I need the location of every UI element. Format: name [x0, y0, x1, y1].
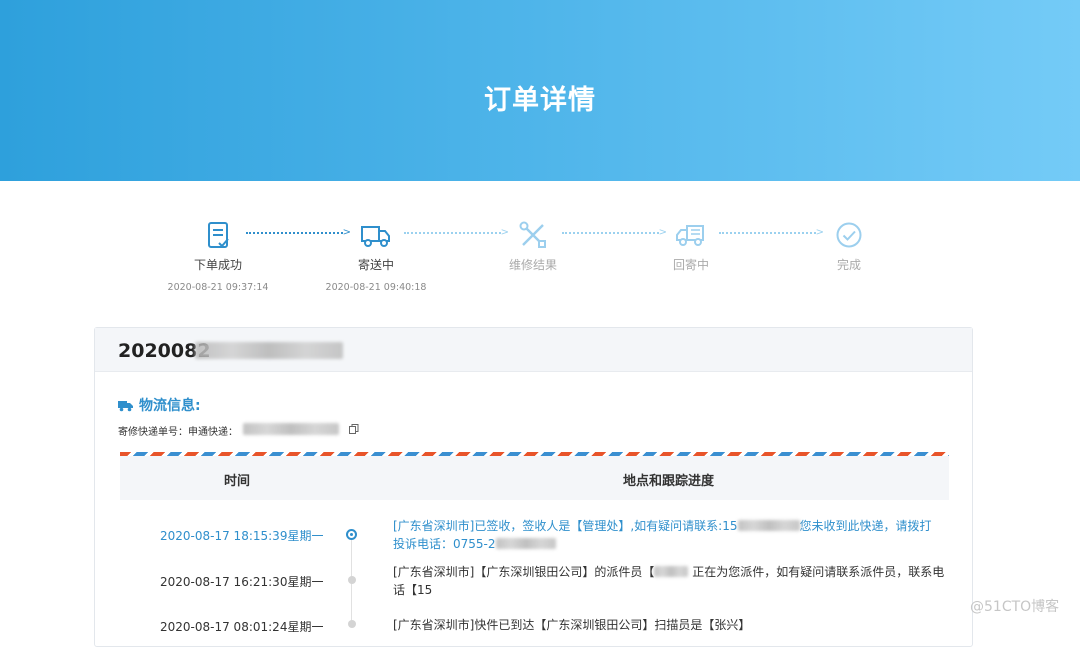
logistics-title-text: 物流信息: — [139, 398, 201, 414]
row-desc-line1: [广东省深圳市]快件已到达【广东深圳银田公司】扫描员是【张兴】 — [393, 618, 751, 632]
step-order-placed: 下单成功 2020-08-21 09:37:14 — [148, 215, 288, 293]
row-description: [广东省深圳市]已签收，签收人是【管理处】,如有疑问请联系:15 您未收到此快递，… — [393, 517, 949, 553]
row-desc-line1: [广东省深圳市]已签收，签收人是【管理处】,如有疑问请联系:15 — [393, 519, 738, 533]
watermark: @51CTO博客 — [970, 599, 1060, 615]
order-header: 2020082 — [95, 328, 972, 372]
col-time: 时间 — [224, 474, 251, 489]
clipboard-check-icon — [208, 222, 229, 248]
redacted-tracking-number — [243, 423, 339, 435]
step-returning: 回寄中 — [621, 215, 761, 282]
step-time: 2020-08-21 09:37:14 — [167, 282, 269, 293]
step-label: 寄送中 — [357, 258, 394, 272]
row-time: 2020-08-17 18:15:39星期一 — [160, 529, 324, 543]
step-label: 维修结果 — [508, 258, 557, 272]
logistics-title: 物流信息: — [118, 395, 201, 415]
redacted-phone — [737, 520, 800, 531]
page-header-banner: 订单详情 — [0, 0, 1080, 181]
step-time: 2020-08-21 09:40:18 — [325, 282, 427, 293]
copy-icon[interactable] — [349, 424, 359, 434]
page-title: 订单详情 — [484, 85, 596, 116]
row-time: 2020-08-17 08:01:24星期一 — [160, 620, 324, 634]
timeline-dot — [346, 529, 357, 540]
truck-icon — [118, 401, 133, 412]
step-complete: 完成 — [779, 215, 919, 282]
order-detail-card: 2020082 物流信息: 寄修快递单号：申通快递： 时间 地点和跟踪进度 — [94, 327, 973, 647]
tracking-label: 寄修快递单号：申通快递： — [118, 427, 238, 438]
check-circle-icon — [836, 222, 862, 248]
tracking-table: 时间 地点和跟踪进度 — [120, 452, 949, 500]
redacted-name — [654, 566, 689, 577]
col-progress: 地点和跟踪进度 — [623, 474, 715, 489]
tracking-info: 寄修快递单号：申通快递： — [118, 423, 238, 438]
step-shipping: 寄送中 2020-08-21 09:40:18 — [306, 215, 446, 293]
table-header: 时间 地点和跟踪进度 — [120, 456, 949, 500]
row-description: [广东省深圳市]快件已到达【广东深圳银田公司】扫描员是【张兴】 — [393, 616, 949, 634]
step-label: 回寄中 — [672, 258, 709, 272]
tools-icon — [519, 221, 546, 248]
order-progress-steps: 下单成功 2020-08-21 09:37:14 > 寄送中 2020-08-2… — [0, 215, 1080, 295]
step-label: 完成 — [836, 258, 861, 272]
row-desc-line1b: 您未收到此快递，请拨打 — [799, 519, 932, 533]
row-desc-line1: [广东省深圳市]【广东深圳银田公司】的派件员【 — [393, 565, 655, 579]
step-repair-result: 维修结果 — [463, 215, 603, 282]
row-desc-line2: 话【15 — [393, 583, 433, 597]
timeline-dot — [348, 576, 356, 584]
truck-icon — [361, 226, 390, 247]
row-desc-line1b: 正在为您派件，如有疑问请联系派件员，联系电 — [692, 565, 945, 579]
fast-truck-icon — [676, 225, 704, 246]
redacted-phone — [495, 538, 556, 549]
row-time: 2020-08-17 16:21:30星期一 — [160, 575, 324, 589]
redacted-order-suffix — [195, 342, 343, 359]
step-label: 下单成功 — [193, 258, 242, 272]
row-desc-line2: 投诉电话：0755-2 — [393, 537, 496, 551]
row-description: [广东省深圳市]【广东深圳银田公司】的派件员【 正在为您派件，如有疑问请联系派件… — [393, 563, 949, 599]
timeline-dot — [348, 620, 356, 628]
